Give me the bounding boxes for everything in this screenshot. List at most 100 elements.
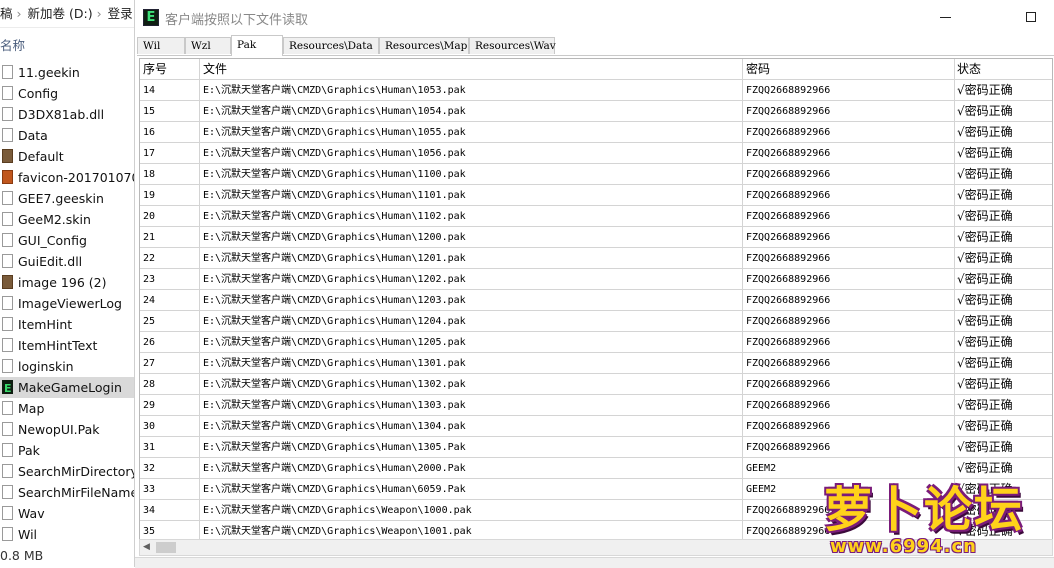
table-row[interactable]: 29 E:\沉默天堂客户端\CMZD\Graphics\Human\1303.pa… [140,395,1052,416]
file-icon [2,527,13,541]
table-row[interactable]: 20 E:\沉默天堂客户端\CMZD\Graphics\Human\1102.pa… [140,206,1052,227]
table-row[interactable]: 14 E:\沉默天堂客户端\CMZD\Graphics\Human\1053.pa… [140,80,1052,101]
file-name: Pak [18,443,40,458]
row-file: E:\沉默天堂客户端\CMZD\Graphics\Human\1100.pak [200,164,743,185]
file-list-item[interactable]: D3DX81ab.dll [0,104,134,125]
maximize-button[interactable] [1017,6,1047,28]
row-status: √密码正确 [955,143,1052,164]
tab-resources-wav[interactable]: Resources\Wav [469,37,556,54]
file-list-item[interactable]: favicon-2017010702 [0,167,134,188]
table-row[interactable]: 24 E:\沉默天堂客户端\CMZD\Graphics\Human\1203.pa… [140,290,1052,311]
row-file: E:\沉默天堂客户端\CMZD\Graphics\Human\1053.pak [200,80,743,101]
file-list-item[interactable]: Config [0,83,134,104]
table-row[interactable]: 23 E:\沉默天堂客户端\CMZD\Graphics\Human\1202.pa… [140,269,1052,290]
column-header-status[interactable]: 状态 [955,59,1052,80]
title-bar[interactable]: E 客户端按照以下文件读取 [135,0,1054,34]
file-list-item[interactable]: SearchMirFileName [0,482,134,503]
scroll-left-arrow-icon[interactable]: ◀ [143,542,150,552]
column-header-number[interactable]: 序号 [140,59,200,80]
row-password: FZQQ2668892966 [743,416,955,437]
row-number: 18 [140,164,200,185]
table-row[interactable]: 31 E:\沉默天堂客户端\CMZD\Graphics\Human\1305.Pa… [140,437,1052,458]
row-status: √密码正确 [955,227,1052,248]
table-row[interactable]: 28 E:\沉默天堂客户端\CMZD\Graphics\Human\1302.pa… [140,374,1052,395]
table-header-row: 序号 文件 密码 状态 [140,59,1052,80]
file-list-item[interactable]: ImageViewerLog [0,293,134,314]
file-list-item[interactable]: GEE7.geeskin [0,188,134,209]
breadcrumb-item[interactable]: 登录 [108,6,133,21]
row-password: FZQQ2668892966 [743,227,955,248]
scrollbar-thumb[interactable] [156,542,176,553]
file-list-item[interactable]: Default [0,146,134,167]
file-list-item[interactable]: SearchMirDirectory [0,461,134,482]
tab-wzl[interactable]: Wzl [185,37,231,54]
column-header-password[interactable]: 密码 [743,59,955,80]
row-status: √密码正确 [955,395,1052,416]
row-password: FZQQ2668892966 [743,248,955,269]
table-row[interactable]: 18 E:\沉默天堂客户端\CMZD\Graphics\Human\1100.pa… [140,164,1052,185]
table-row[interactable]: 30 E:\沉默天堂客户端\CMZD\Graphics\Human\1304.pa… [140,416,1052,437]
row-number: 16 [140,122,200,143]
app-logo-icon: E [143,9,159,26]
file-icon [2,296,13,310]
file-list-item[interactable]: ItemHintText [0,335,134,356]
table-row[interactable]: 22 E:\沉默天堂客户端\CMZD\Graphics\Human\1201.pa… [140,248,1052,269]
file-name: favicon-2017010702 [18,170,134,185]
file-icon [2,464,13,478]
file-icon [2,422,13,436]
file-list-item[interactable]: Wil [0,524,134,545]
row-file: E:\沉默天堂客户端\CMZD\Graphics\Human\1101.pak [200,185,743,206]
table-row[interactable]: 15 E:\沉默天堂客户端\CMZD\Graphics\Human\1054.pa… [140,101,1052,122]
row-file: E:\沉默天堂客户端\CMZD\Graphics\Human\1056.pak [200,143,743,164]
file-list-item[interactable]: image 196 (2) [0,272,134,293]
file-name: Wil [18,527,38,542]
file-name: MakeGameLogin [18,380,122,395]
file-icon [2,506,13,520]
file-name: GeeM2.skin [18,212,91,227]
row-status: √密码正确 [955,164,1052,185]
table-row[interactable]: 26 E:\沉默天堂客户端\CMZD\Graphics\Human\1205.pa… [140,332,1052,353]
file-list-item[interactable]: GUI_Config [0,230,134,251]
row-file: E:\沉默天堂客户端\CMZD\Graphics\Human\1201.pak [200,248,743,269]
minimize-button[interactable] [931,6,961,28]
file-name: image 196 (2) [18,275,107,290]
table-row[interactable]: 17 E:\沉默天堂客户端\CMZD\Graphics\Human\1056.pa… [140,143,1052,164]
file-list-item[interactable]: loginskin [0,356,134,377]
table-row[interactable]: 16 E:\沉默天堂客户端\CMZD\Graphics\Human\1055.pa… [140,122,1052,143]
file-list-item[interactable]: NewopUI.Pak [0,419,134,440]
file-name: ItemHintText [18,338,98,353]
tab-resources-data[interactable]: Resources\Data [283,37,379,54]
file-list-item[interactable]: Map [0,398,134,419]
breadcrumb-item[interactable]: 新加卷 (D:) [28,6,93,21]
file-list: 11.geekin Config D3DX81ab.dll Data Default fa… [0,62,134,545]
tab-resources-map[interactable]: Resources\Map [379,37,469,54]
file-explorer-pane: 稿 › 新加卷 (D:) › 登录 名称 11.geekin Config D3DX81ab… [0,0,134,567]
row-number: 27 [140,353,200,374]
file-list-item[interactable]: GeeM2.skin [0,209,134,230]
table-row[interactable]: 27 E:\沉默天堂客户端\CMZD\Graphics\Human\1301.pa… [140,353,1052,374]
file-name: Map [18,401,45,416]
file-list-item[interactable]: GuiEdit.dll [0,251,134,272]
file-icon [2,338,13,352]
breadcrumb-item[interactable]: 稿 [0,6,13,21]
file-list-item[interactable]: Wav [0,503,134,524]
file-list-item[interactable]: Pak [0,440,134,461]
tab-wil[interactable]: Wil [137,37,185,54]
file-list-item[interactable]: MakeGameLogin [0,377,134,399]
file-list-item[interactable]: Data [0,125,134,146]
file-name: Config [18,86,59,101]
file-list-item[interactable]: 11.geekin [0,62,134,83]
image-icon [2,275,13,289]
column-header-name[interactable]: 名称 [0,36,25,56]
file-list-item[interactable]: ItemHint [0,314,134,335]
chevron-right-icon: › [16,6,22,21]
row-file: E:\沉默天堂客户端\CMZD\Graphics\Human\2000.Pak [200,458,743,479]
file-name: ItemHint [18,317,73,332]
table-row[interactable]: 21 E:\沉默天堂客户端\CMZD\Graphics\Human\1200.pa… [140,227,1052,248]
tab-pak[interactable]: Pak [231,35,283,56]
row-password: FZQQ2668892966 [743,122,955,143]
watermark-logo: 萝卜论坛 www.6994.cn [806,468,1046,563]
table-row[interactable]: 19 E:\沉默天堂客户端\CMZD\Graphics\Human\1101.pa… [140,185,1052,206]
column-header-file[interactable]: 文件 [200,59,743,80]
table-row[interactable]: 25 E:\沉默天堂客户端\CMZD\Graphics\Human\1204.pa… [140,311,1052,332]
